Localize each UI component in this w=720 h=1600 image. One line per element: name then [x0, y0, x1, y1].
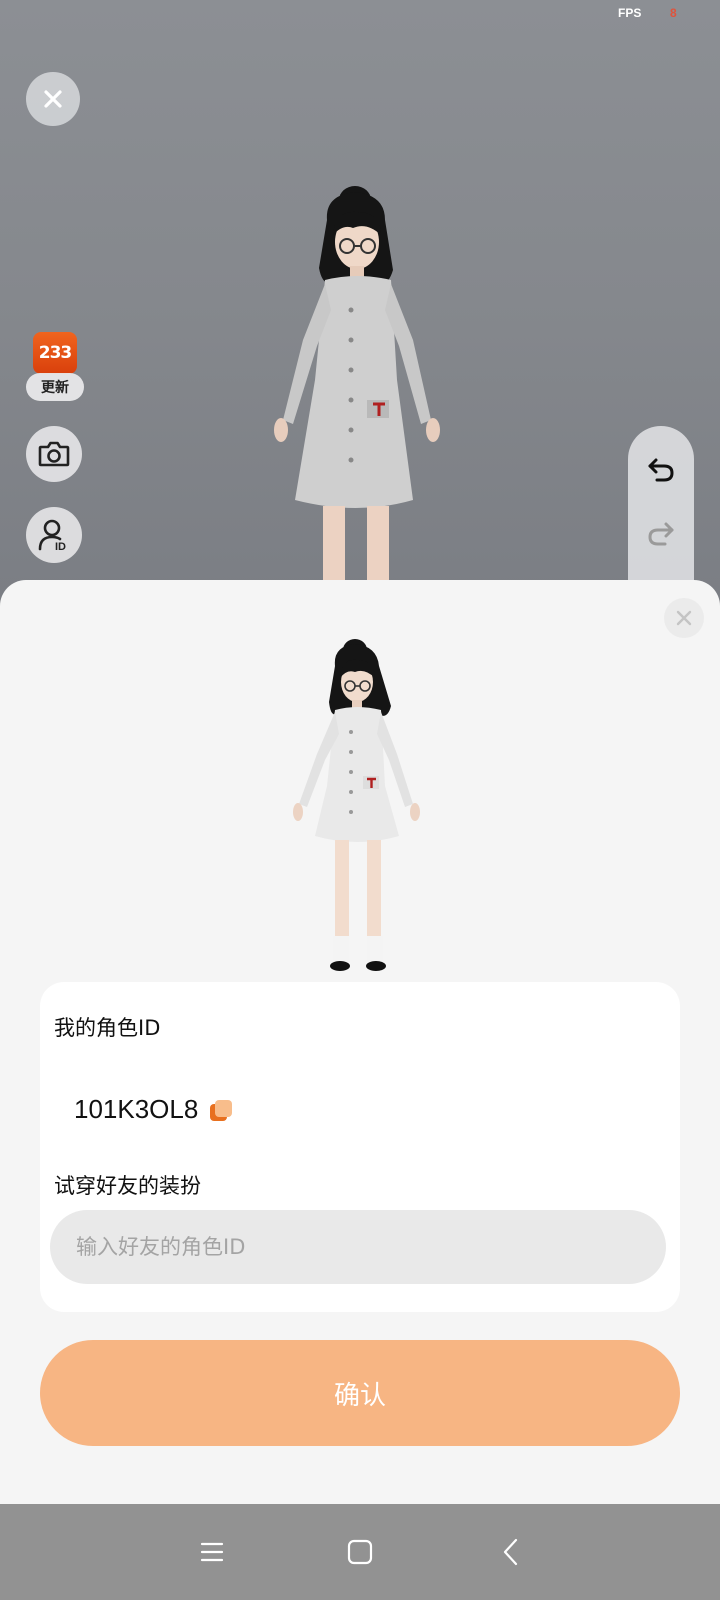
confirm-button[interactable]: 确认: [40, 1340, 680, 1446]
update-label: 更新: [26, 373, 84, 401]
app-logo: 233: [33, 332, 77, 374]
camera-button[interactable]: [26, 426, 82, 482]
role-id-sheet: 我的角色ID 101K3OL8 试穿好友的装扮 确认: [0, 580, 720, 1504]
my-role-id-value: 101K3OL8: [74, 1094, 199, 1124]
undo-icon[interactable]: [645, 454, 677, 486]
app-update-badge[interactable]: 233 更新: [26, 332, 84, 404]
menu-icon[interactable]: [194, 1534, 230, 1570]
avatar-preview: [293, 639, 420, 971]
close-button[interactable]: [26, 72, 80, 126]
undo-redo-panel: [628, 426, 694, 600]
role-id-card: 我的角色ID 101K3OL8 试穿好友的装扮: [40, 982, 680, 1312]
home-icon[interactable]: [342, 1534, 378, 1570]
back-icon[interactable]: [494, 1534, 530, 1570]
try-friend-outfit-label: 试穿好友的装扮: [54, 1174, 201, 1198]
avatar-model[interactable]: [255, 180, 465, 600]
fps-value: 8: [670, 6, 677, 20]
my-role-id-label: 我的角色ID: [54, 1016, 161, 1040]
user-id-icon: ID: [38, 519, 66, 552]
redo-icon[interactable]: [645, 518, 677, 550]
close-icon: [44, 90, 62, 108]
friend-role-id-input[interactable]: [50, 1210, 666, 1284]
role-id-button[interactable]: ID: [26, 507, 82, 563]
close-icon: [676, 610, 692, 626]
sheet-close-button[interactable]: [664, 598, 704, 638]
avatar-scene[interactable]: FPS 8 233 更新 ID: [0, 0, 720, 600]
copy-icon[interactable]: [208, 1098, 234, 1124]
fps-label: FPS: [618, 6, 642, 20]
svg-text:ID: ID: [55, 541, 66, 552]
system-navbar: [0, 1504, 720, 1600]
camera-icon: [38, 441, 70, 467]
